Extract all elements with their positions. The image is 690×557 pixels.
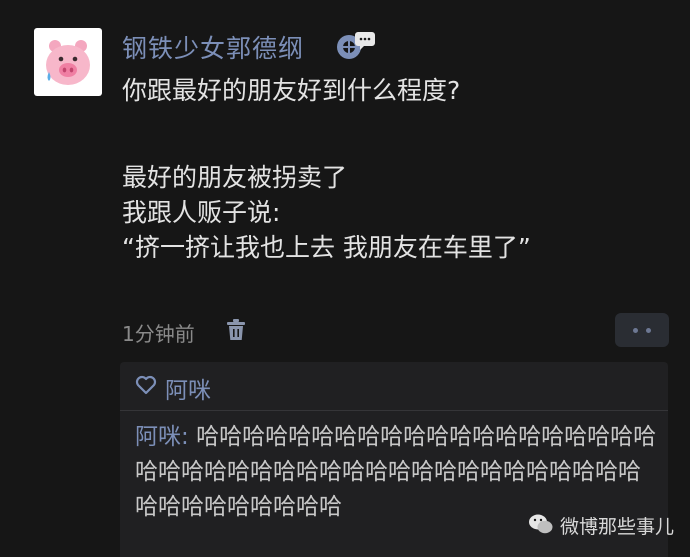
trash-icon[interactable] bbox=[225, 318, 247, 342]
verified-badge-icon[interactable] bbox=[334, 30, 376, 62]
dot-icon bbox=[646, 328, 651, 333]
avatar[interactable] bbox=[34, 28, 102, 96]
timestamp: 1分钟前 bbox=[122, 322, 195, 346]
likes-row: 阿咪 bbox=[120, 362, 668, 411]
post-line: 我跟人贩子说: bbox=[122, 198, 281, 227]
like-user-link[interactable]: 阿咪 bbox=[165, 371, 211, 405]
post-line: 最好的朋友被拐卖了 bbox=[122, 163, 348, 192]
post-body: 你跟最好的朋友好到什么程度? 最好的朋友被拐卖了 我跟人贩子说: “挤一挤让我也… bbox=[122, 73, 642, 265]
dot-icon bbox=[633, 328, 638, 333]
heart-icon[interactable] bbox=[135, 375, 157, 395]
post-line: “挤一挤让我也上去 我朋友在车里了” bbox=[122, 233, 531, 262]
comment-separator: : bbox=[181, 424, 197, 450]
username-link[interactable]: 钢铁少女郭德纲 bbox=[122, 29, 304, 65]
pig-avatar-icon bbox=[46, 40, 90, 85]
comment-text: 哈哈哈哈哈哈哈哈哈哈哈哈哈哈哈哈哈哈哈哈哈哈哈哈哈哈哈哈哈哈哈哈哈哈哈哈哈哈哈哈… bbox=[135, 424, 657, 520]
comment-item: 阿咪: 哈哈哈哈哈哈哈哈哈哈哈哈哈哈哈哈哈哈哈哈哈哈哈哈哈哈哈哈哈哈哈哈哈哈哈哈… bbox=[135, 420, 661, 525]
comment-author-link[interactable]: 阿咪 bbox=[135, 424, 181, 450]
post-line: 你跟最好的朋友好到什么程度? bbox=[122, 76, 461, 105]
more-options-button[interactable] bbox=[615, 313, 669, 347]
wechat-icon bbox=[528, 512, 554, 536]
watermark-text: 微博那些事儿 bbox=[560, 516, 675, 538]
